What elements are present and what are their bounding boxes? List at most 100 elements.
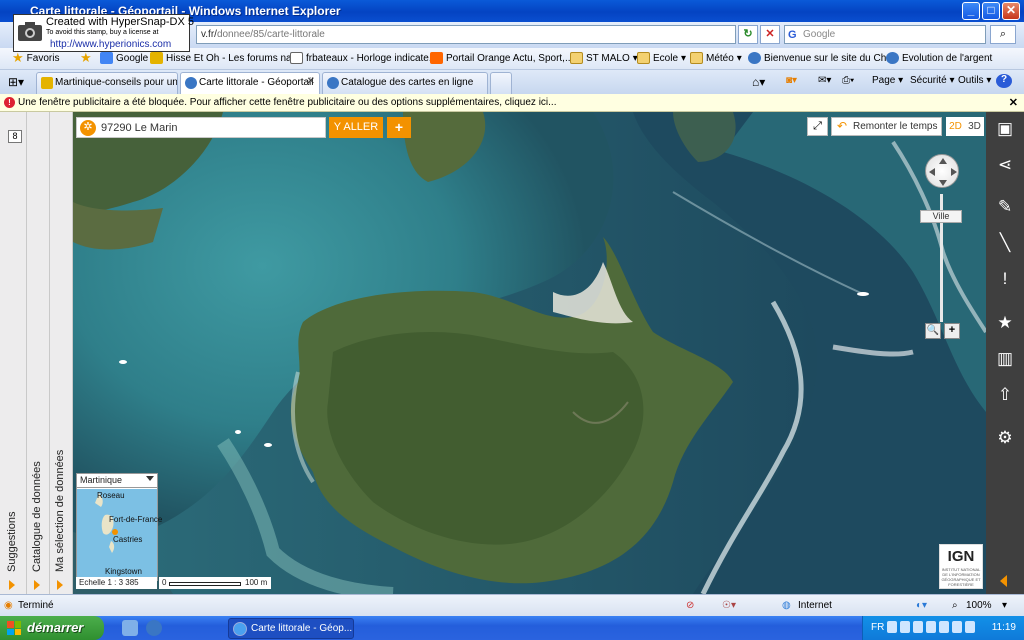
address-url-start: v.fr/ <box>201 29 217 40</box>
my-selection-tab[interactable]: Ma sélection de données <box>50 112 73 594</box>
satellite-map[interactable]: ✲ 97290 Le Marin Y ALLER + ⤢ ↶ Remonter … <box>73 112 986 594</box>
popup-status-icon[interactable]: ⊘ <box>686 600 694 611</box>
print-icon[interactable]: ⎙▾ <box>842 75 854 86</box>
chevron-down-icon[interactable]: ▾ <box>1002 600 1007 611</box>
quick-tabs-icon[interactable]: ⊞▾ <box>8 75 24 89</box>
maximize-button[interactable]: □ <box>982 2 1000 20</box>
tray-security-icon[interactable] <box>913 621 923 633</box>
go-button[interactable]: Y ALLER <box>329 117 383 138</box>
region-select[interactable]: Martinique <box>77 474 157 488</box>
popup-blocked-bar[interactable]: ! Une fenêtre publicitaire a été bloquée… <box>0 94 1024 112</box>
catalogue-label: Catalogue de données <box>31 461 43 572</box>
expand-arrow-icon[interactable] <box>57 580 63 590</box>
tray-app-icon[interactable] <box>887 621 897 633</box>
fav-item-bienvenue[interactable]: Bienvenue sur le site du Ch... <box>748 52 895 64</box>
new-tab-button[interactable] <box>490 72 512 94</box>
tools-menu[interactable]: Outils ▾ <box>958 75 991 86</box>
fav-item-orange[interactable]: Portail Orange Actu, Sport,... <box>430 52 573 64</box>
fav-folder-st-malo[interactable]: ST MALO ▾ <box>570 52 638 64</box>
minimap-label-fort-de-france: Fort-de-France <box>109 515 163 524</box>
tab-carte-littorale[interactable]: Carte littorale - Géoportail ✕ <box>180 72 320 94</box>
stamp-link[interactable]: http://www.hyperionics.com <box>50 39 171 50</box>
chevron-down-icon: ▾ <box>681 52 687 64</box>
add-favorite-icon[interactable]: ★ <box>80 51 92 64</box>
overview-map[interactable]: Martinique Roseau Fort-de-France Castrie… <box>76 473 162 582</box>
zoom-icon[interactable]: ⌕ <box>952 600 958 611</box>
help-icon[interactable]: ? <box>996 74 1012 88</box>
tab-catalogue-cartes[interactable]: Catalogue des cartes en ligne <box>322 72 488 94</box>
fullscreen-icon[interactable]: ⤢ <box>807 117 828 136</box>
fav-item-hisse-et-oh[interactable]: Hisse Et Oh - Les forums na... <box>150 52 300 64</box>
close-tab-icon[interactable]: ✕ <box>307 76 315 87</box>
place-search-input[interactable]: ✲ 97290 Le Marin <box>76 117 326 138</box>
page-menu[interactable]: Page ▾ <box>872 75 903 86</box>
briefcase-icon[interactable]: ▣ <box>992 116 1018 142</box>
tray-wifi-icon[interactable] <box>952 621 962 633</box>
fav-folder-meteo[interactable]: Météo ▾ <box>690 52 742 64</box>
expand-arrow-icon[interactable] <box>9 580 15 590</box>
taskbar-window-button[interactable]: Carte littorale - Géop... <box>228 618 354 639</box>
scale-ratio: Echelle 1 : 3 385 <box>76 577 157 589</box>
expand-arrow-icon[interactable] <box>34 580 40 590</box>
address-bar[interactable]: v.fr/donnee/85/carte-littorale <box>196 25 736 44</box>
privacy-icon[interactable]: ☉▾ <box>722 600 736 611</box>
fav-item-frbateaux[interactable]: frbateaux - Horloge indicate... <box>290 52 437 64</box>
ign-subtitle: INSTITUT NATIONAL DE L'INFORMATION GÉOGR… <box>941 567 981 587</box>
mail-icon[interactable]: ✉▾ <box>818 75 831 86</box>
favorites-button[interactable]: ★ Favoris <box>12 50 59 65</box>
curved-arrow-icon: ↶ <box>837 119 848 133</box>
zoom-in-button[interactable]: + <box>944 323 960 339</box>
map-icon[interactable]: ▥ <box>992 346 1018 372</box>
stop-icon[interactable]: ✕ <box>760 25 780 44</box>
pencil-icon[interactable]: ✎ <box>992 194 1018 220</box>
suggestions-tab[interactable]: 8 Suggestions <box>0 112 27 594</box>
tab-martinique-conseils[interactable]: Martinique-conseils pour une ... <box>36 72 178 94</box>
ruler-icon[interactable]: ╲ <box>992 230 1018 256</box>
fav-item-label: Hisse Et Oh - Les forums na... <box>166 52 300 64</box>
search-options-button[interactable]: + <box>387 117 411 138</box>
view-2d-toggle[interactable]: 2D <box>946 117 965 136</box>
fav-item-label: frbateaux - Horloge indicate... <box>306 52 438 64</box>
protected-mode-icon[interactable]: ◐▾ <box>916 600 927 611</box>
star-icon: ★ <box>12 50 24 65</box>
rss-icon[interactable]: ◙▾ <box>786 75 797 86</box>
export-icon[interactable]: ⇧ <box>992 382 1018 408</box>
fav-item-label: ST MALO <box>586 52 630 64</box>
scale-bar-graphic <box>169 582 241 586</box>
chevron-down-icon <box>146 476 154 481</box>
tray-updates-icon[interactable] <box>965 621 975 633</box>
go-back-in-time-button[interactable]: ↶ Remonter le temps <box>831 117 942 136</box>
refresh-icon[interactable]: ↻ <box>738 25 758 44</box>
ign-logo: IGN INSTITUT NATIONAL DE L'INFORMATION G… <box>939 544 983 589</box>
security-menu[interactable]: Sécurité ▾ <box>910 75 954 86</box>
star-icon[interactable]: ★ <box>992 310 1018 336</box>
search-input[interactable]: G Google <box>784 25 986 44</box>
collapse-arrow-icon[interactable] <box>1000 575 1007 587</box>
fav-item-google[interactable]: Google <box>100 52 148 64</box>
settings-icon[interactable]: ⚙ <box>992 425 1018 451</box>
home-icon[interactable]: ⌂▾ <box>752 75 765 89</box>
taskbar: démarrer Carte littorale - Géop... FR 11… <box>0 616 1024 640</box>
fav-item-evolution[interactable]: Evolution de l'argent <box>886 52 992 64</box>
camera-icon <box>18 22 42 41</box>
search-icon[interactable]: ⌕ <box>990 25 1016 44</box>
tray-antivirus-icon[interactable] <box>926 621 936 633</box>
fav-folder-ecole[interactable]: Ecole ▾ <box>637 52 686 64</box>
zoom-level[interactable]: 100% <box>966 600 992 611</box>
tray-volume-icon[interactable] <box>939 621 949 633</box>
scale-start: 0 <box>162 578 167 587</box>
zoom-out-icon[interactable]: 🔍 <box>925 323 941 339</box>
tray-network-icon[interactable] <box>900 621 910 633</box>
catalogue-tab[interactable]: Catalogue de données <box>27 112 50 594</box>
close-infobar-icon[interactable]: ✕ <box>1009 96 1018 109</box>
share-icon[interactable]: ⋖ <box>992 152 1018 178</box>
ie-launch-icon[interactable] <box>146 620 162 636</box>
alert-icon[interactable]: ! <box>992 266 1018 292</box>
show-desktop-icon[interactable] <box>122 620 138 636</box>
minimize-button[interactable]: _ <box>962 2 980 20</box>
pan-control[interactable] <box>925 154 959 188</box>
view-3d-toggle[interactable]: 3D <box>965 117 984 136</box>
language-indicator[interactable]: FR <box>871 622 884 633</box>
close-button[interactable]: ✕ <box>1002 2 1020 20</box>
start-button[interactable]: démarrer <box>0 616 104 640</box>
